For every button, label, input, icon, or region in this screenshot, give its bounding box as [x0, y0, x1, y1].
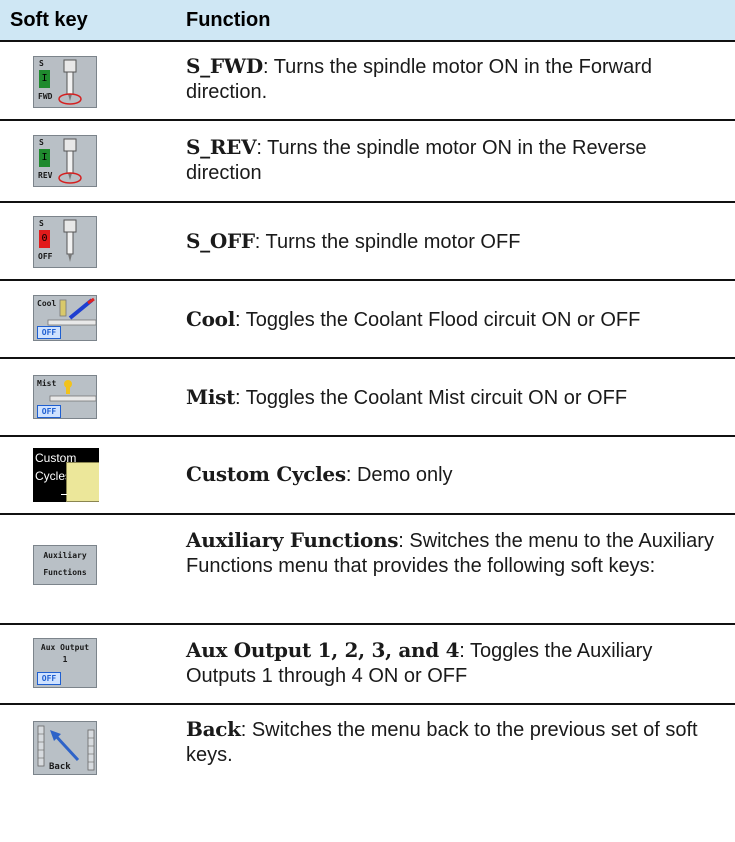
- table-row: Mist OFF Mist: Toggles the Coolant Mist …: [0, 357, 735, 437]
- table-row: Custom Cycles Custom Cycles: Demo only: [0, 435, 735, 515]
- cool-soft-key: Cool OFF: [33, 295, 97, 341]
- row-description: Custom Cycles: Demo only: [186, 462, 453, 486]
- table-row: Auxiliary Functions Auxiliary Functions:…: [0, 513, 735, 625]
- soft-key-name: Mist: [186, 385, 236, 409]
- custom-cycles-soft-key: Custom Cycles: [33, 448, 99, 502]
- aux-output-icon: Aux Output 1 OFF: [33, 638, 97, 688]
- soft-key-name: Aux Output 1, 2, 3, and 4: [186, 638, 460, 662]
- row-description: S_FWD: Turns the spindle motor ON in the…: [186, 54, 653, 103]
- back-soft-key: Back: [33, 721, 97, 775]
- aux-functions-icon: Auxiliary Functions: [33, 545, 97, 585]
- header-soft-key: Soft key: [10, 9, 88, 31]
- s-fwd-soft-key: S I FWD: [33, 56, 97, 108]
- row-description: S_REV: Turns the spindle motor ON in the…: [186, 135, 647, 184]
- row-description: Aux Output 1, 2, 3, and 4: Toggles the A…: [186, 638, 653, 687]
- table-row: S I FWD S_FWD: Turns the spindle motor O…: [0, 40, 735, 121]
- custom-cycles-icon: Custom Cycles: [33, 448, 99, 502]
- soft-key-name: Cool: [186, 307, 235, 331]
- soft-key-name: S_REV: [186, 135, 257, 159]
- header-function: Function: [186, 9, 271, 31]
- aux-output-soft-key: Aux Output 1 OFF: [33, 638, 97, 688]
- table-row: S 0 OFF S_OFF: Turns the spindle motor O…: [0, 201, 735, 281]
- s-rev-soft-key: S I REV: [33, 135, 97, 187]
- row-description: Cool: Toggles the Coolant Flood circuit …: [186, 307, 641, 331]
- coolant-mist-icon: Mist OFF: [33, 375, 97, 419]
- spindle-icon: S I REV: [33, 135, 97, 187]
- row-description: Mist: Toggles the Coolant Mist circuit O…: [186, 385, 628, 409]
- soft-key-name: S_FWD: [186, 54, 263, 78]
- spindle-icon: S 0 OFF: [33, 216, 97, 268]
- row-description: Back: Switches the menu back to the prev…: [186, 717, 698, 766]
- s-off-soft-key: S 0 OFF: [33, 216, 97, 268]
- table-row: S I REV S_REV: Turns the spindle motor O…: [0, 119, 735, 203]
- table-header: Soft key Function: [0, 0, 735, 40]
- row-description: S_OFF: Turns the spindle motor OFF: [186, 229, 521, 253]
- soft-key-name: Auxiliary Functions: [186, 528, 399, 552]
- auxiliary-functions-soft-key: Auxiliary Functions: [33, 545, 97, 585]
- soft-key-name: Back: [186, 717, 241, 741]
- mist-soft-key: Mist OFF: [33, 375, 97, 419]
- soft-key-name: Custom Cycles: [186, 462, 346, 486]
- soft-key-name: S_OFF: [186, 229, 255, 253]
- table-row: Aux Output 1 OFF Aux Output 1, 2, 3, and…: [0, 623, 735, 705]
- table-row: Cool OFF Cool: Toggles the Coolant Flood…: [0, 279, 735, 359]
- row-description: Auxiliary Functions: Switches the menu t…: [186, 528, 714, 577]
- spindle-icon: S I FWD: [33, 56, 97, 108]
- table-row: Back Back: Switches the menu back to the…: [0, 703, 735, 842]
- coolant-flood-icon: Cool OFF: [33, 295, 97, 341]
- back-arrow-icon: Back: [33, 721, 97, 775]
